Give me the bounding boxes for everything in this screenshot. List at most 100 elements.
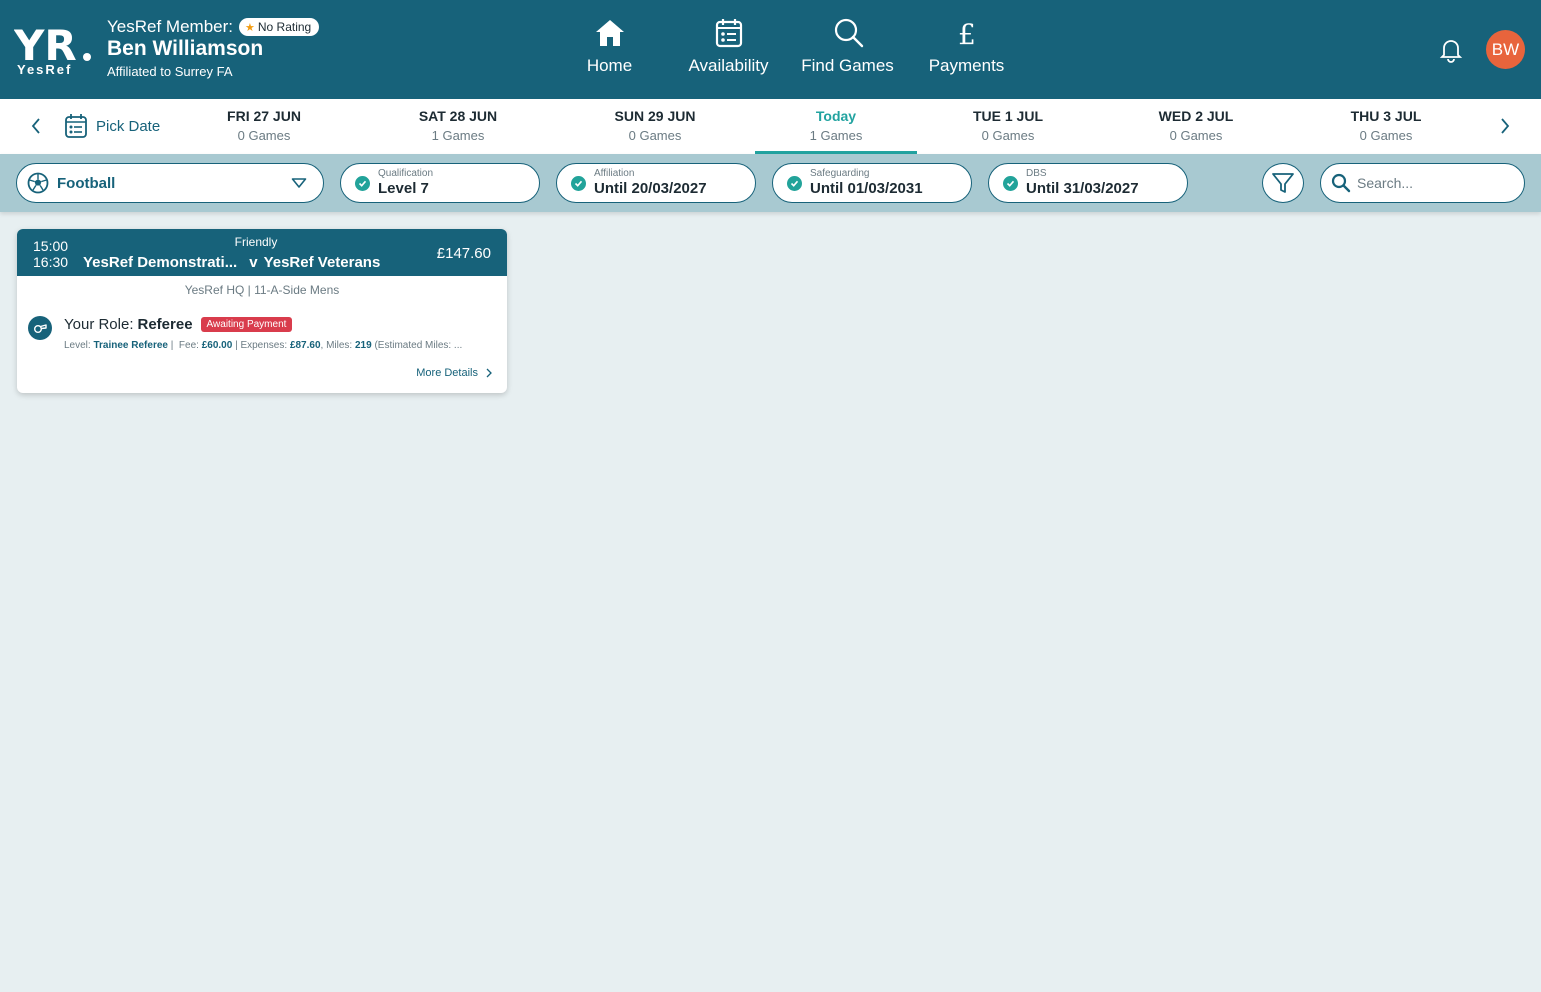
- logo-wordmark: YesRef: [17, 62, 73, 77]
- fee-value: £60.00: [201, 340, 233, 351]
- chevron-down-icon: [291, 178, 307, 188]
- sport-select-value: Football: [57, 174, 116, 192]
- game-card-header: 15:00 16:30 Friendly YesRef Demonstrati.…: [17, 229, 507, 276]
- nav-availability-label: Availability: [688, 56, 769, 75]
- day-tab-thu-3-jul[interactable]: THU 3 JUL 0 Games: [1326, 99, 1446, 154]
- home-icon: [595, 20, 624, 46]
- role-value: Referee: [137, 316, 193, 333]
- nav-home[interactable]: Home: [550, 16, 669, 76]
- chevron-right-icon: [486, 368, 492, 378]
- filter-bar: Football Qualification Level 7 Affiliati…: [0, 154, 1541, 212]
- day-tab-wed-2-jul[interactable]: WED 2 JUL 0 Games: [1136, 99, 1256, 154]
- day-game-count: 0 Games: [628, 128, 682, 143]
- day-tab-today[interactable]: Today 1 Games: [755, 99, 917, 154]
- role-label: Your Role:: [64, 316, 134, 333]
- football-icon: [27, 172, 49, 194]
- member-label: YesRef Member:: [107, 17, 233, 36]
- filter-button[interactable]: [1262, 163, 1304, 203]
- search-input[interactable]: [1357, 175, 1517, 191]
- estimated-miles: (Estimated Miles: ...: [374, 340, 463, 351]
- rating-text: No Rating: [257, 20, 312, 34]
- day-label: Today: [815, 108, 857, 124]
- filter-icon: [1272, 173, 1294, 193]
- game-type: Friendly: [234, 235, 278, 249]
- day-tab-sun-29-jun[interactable]: SUN 29 JUN 0 Games: [595, 99, 715, 154]
- rating-badge: ★ No Rating: [238, 18, 320, 36]
- day-game-count: 0 Games: [1169, 128, 1223, 143]
- pick-date-label: Pick Date: [96, 117, 161, 135]
- day-label: WED 2 JUL: [1158, 108, 1234, 124]
- check-icon: [355, 175, 370, 191]
- calendar-icon: [65, 114, 87, 138]
- status-badge: Awaiting Payment: [200, 317, 293, 332]
- calendar-icon: [715, 19, 742, 48]
- search-icon: [834, 18, 863, 48]
- status-caption: Qualification: [378, 168, 434, 180]
- check-icon: [787, 175, 802, 191]
- svg-text:£: £: [958, 18, 976, 50]
- expenses-label: Expenses:: [240, 340, 288, 351]
- level-label: Level:: [64, 340, 91, 351]
- miles-value: 219: [355, 340, 372, 351]
- status-value: Until 31/03/2027: [1026, 180, 1139, 198]
- dbs-status: DBS Until 31/03/2027: [988, 163, 1188, 203]
- search-box[interactable]: [1320, 163, 1525, 203]
- pick-date-button[interactable]: Pick Date: [64, 113, 160, 139]
- game-card[interactable]: 15:00 16:30 Friendly YesRef Demonstrati.…: [17, 229, 507, 393]
- day-tab-fri-27-jun[interactable]: FRI 27 JUN 0 Games: [204, 99, 324, 154]
- date-strip: Pick Date FRI 27 JUN 0 Games SAT 28 JUN …: [0, 99, 1541, 154]
- day-game-count: 0 Games: [981, 128, 1035, 143]
- day-label: SUN 29 JUN: [614, 108, 696, 124]
- check-icon: [571, 175, 586, 191]
- avatar[interactable]: BW: [1486, 30, 1525, 69]
- away-team: YesRef Veterans: [263, 254, 381, 271]
- day-tab-sat-28-jun[interactable]: SAT 28 JUN 1 Games: [398, 99, 518, 154]
- affiliation-status: Affiliation Until 20/03/2027: [556, 163, 756, 203]
- game-end-time: 16:30: [33, 254, 69, 270]
- member-name: Ben Williamson: [107, 37, 264, 60]
- game-teams: YesRef Demonstrati... v YesRef Veterans: [83, 254, 380, 271]
- miles-label: Miles:: [326, 340, 353, 351]
- star-icon: ★: [244, 21, 255, 34]
- nav-availability[interactable]: Availability: [669, 16, 788, 76]
- main-nav: Home Availability Find Games £ Payments: [550, 16, 1026, 76]
- sport-select[interactable]: Football: [16, 163, 324, 203]
- nav-find-games[interactable]: Find Games: [788, 16, 907, 76]
- qualification-status: Qualification Level 7: [340, 163, 540, 203]
- top-bar: YR YesRef YesRef Member: ★ No Rating Ben…: [0, 0, 1541, 99]
- chevron-right-icon[interactable]: [1493, 113, 1517, 139]
- nav-find-games-label: Find Games: [801, 56, 894, 75]
- day-label: THU 3 JUL: [1350, 108, 1422, 124]
- day-tab-tue-1-jul[interactable]: TUE 1 JUL 0 Games: [948, 99, 1068, 154]
- more-details-link[interactable]: More Details: [416, 367, 492, 379]
- status-value: Until 20/03/2027: [594, 180, 707, 198]
- status-caption: DBS: [1026, 168, 1047, 180]
- game-total-payment: £147.60: [436, 245, 491, 262]
- nav-home-label: Home: [586, 56, 633, 75]
- search-icon: [1331, 173, 1351, 193]
- safeguarding-status: Safeguarding Until 01/03/2031: [772, 163, 972, 203]
- game-venue: YesRef HQ | 11-A-Side Mens: [184, 283, 340, 297]
- level-value: Trainee Referee: [93, 340, 168, 351]
- member-affiliation: Affiliated to Surrey FA: [107, 64, 233, 79]
- expenses-value: £87.60: [289, 340, 321, 351]
- day-game-count: 1 Games: [431, 128, 485, 143]
- chevron-left-icon[interactable]: [24, 113, 48, 139]
- pound-icon: £: [958, 18, 976, 50]
- role-details: Level: Trainee Referee | Fee: £60.00 | E…: [64, 340, 463, 351]
- more-details-label: More Details: [416, 367, 478, 379]
- notification-bell-icon[interactable]: [1437, 35, 1465, 63]
- check-icon: [1003, 175, 1018, 191]
- nav-payments-label: Payments: [928, 56, 1005, 75]
- fee-label: Fee:: [178, 340, 199, 351]
- status-value: Until 01/03/2031: [810, 180, 923, 198]
- role-line: Your Role: Referee Awaiting Payment: [64, 316, 293, 333]
- status-value: Level 7: [378, 180, 429, 198]
- versus-label: v: [249, 254, 258, 271]
- home-team: YesRef Demonstrati...: [83, 254, 238, 271]
- nav-payments[interactable]: £ Payments: [907, 16, 1026, 76]
- day-game-count: 0 Games: [237, 128, 291, 143]
- day-label: TUE 1 JUL: [972, 108, 1043, 124]
- member-label-row: YesRef Member: ★ No Rating: [107, 17, 320, 37]
- day-game-count: 1 Games: [809, 128, 863, 143]
